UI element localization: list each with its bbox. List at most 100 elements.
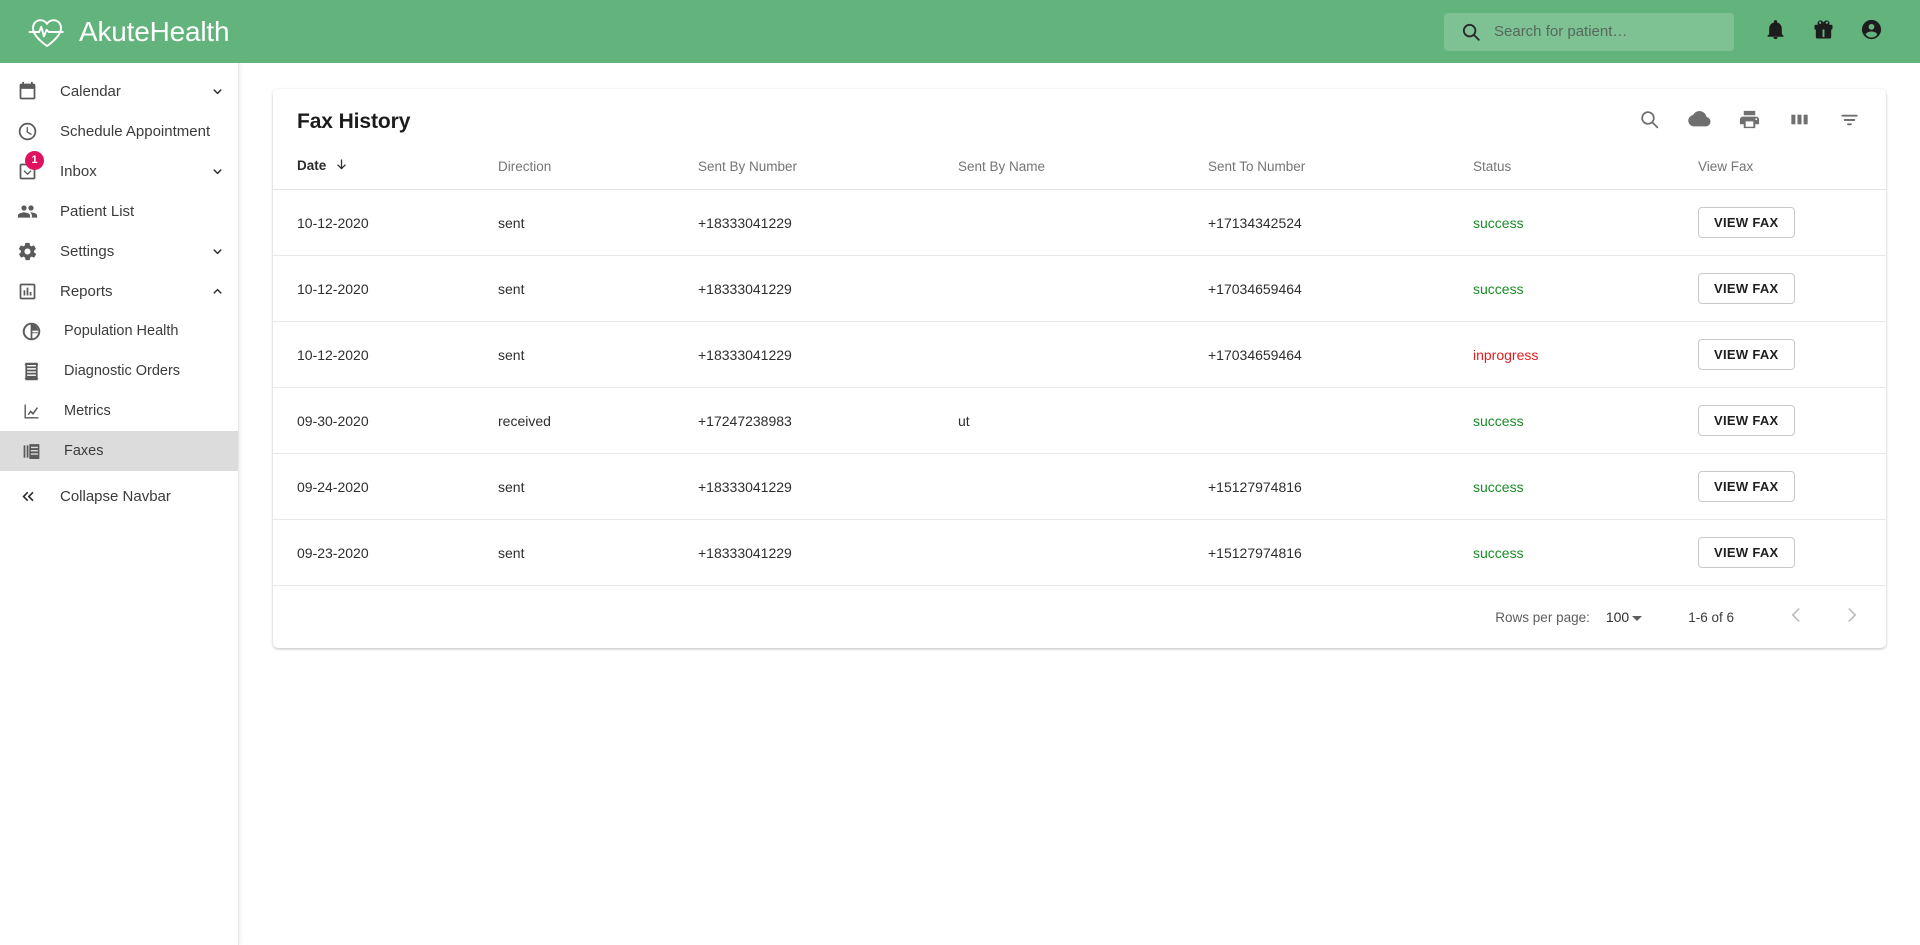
status-badge: success bbox=[1473, 544, 1524, 561]
filter-list-icon bbox=[1838, 108, 1861, 136]
search-input[interactable] bbox=[1494, 23, 1724, 40]
sent-by-name-cell: ut bbox=[958, 387, 1208, 454]
column-header-sbn[interactable]: Sent By Number bbox=[698, 149, 958, 190]
view-fax-button[interactable]: VIEW FAX bbox=[1698, 207, 1795, 238]
table-row[interactable]: 09-23-2020 sent +18333041229 +15127974816 su… bbox=[273, 519, 1886, 586]
gift-icon bbox=[1812, 18, 1835, 46]
sidebar-item-label: Calendar bbox=[60, 82, 121, 100]
sidebar-item-label: Faxes bbox=[64, 442, 104, 459]
fax-document-icon bbox=[18, 438, 44, 464]
next-page-button[interactable] bbox=[1834, 600, 1868, 634]
brand-name: AkuteHealth bbox=[79, 15, 230, 47]
date-cell: 09-30-2020 bbox=[273, 387, 498, 454]
column-header-status[interactable]: Status bbox=[1473, 149, 1698, 190]
chevron-down-icon[interactable] bbox=[209, 243, 226, 260]
direction-cell: sent bbox=[498, 453, 698, 520]
view-fax-button[interactable]: VIEW FAX bbox=[1698, 471, 1795, 502]
search-icon bbox=[1638, 108, 1661, 136]
sent-by-number-cell: +18333041229 bbox=[698, 189, 958, 256]
chevron-down-icon[interactable] bbox=[209, 163, 226, 180]
view-fax-button[interactable]: VIEW FAX bbox=[1698, 339, 1795, 370]
brand-logo[interactable]: AkuteHealth bbox=[26, 11, 230, 53]
column-header-label: Sent By Name bbox=[958, 158, 1046, 174]
sidebar-item-inbox[interactable]: 1 Inbox bbox=[0, 151, 238, 191]
sidebar-item-schedule-appointment[interactable]: Schedule Appointment bbox=[0, 111, 238, 151]
sidebar-item-label: Settings bbox=[60, 242, 115, 260]
sent-to-number-cell: +15127974816 bbox=[1208, 453, 1473, 520]
column-header-date[interactable]: Date bbox=[273, 149, 498, 190]
column-header-sbna[interactable]: Sent By Name bbox=[958, 149, 1208, 190]
sent-by-number-cell: +18333041229 bbox=[698, 321, 958, 388]
heartbeat-heart-icon bbox=[26, 11, 68, 53]
collapse-navbar-button[interactable]: Collapse Navbar bbox=[0, 476, 238, 516]
table-row[interactable]: 09-30-2020 received +17247238983 ut success V… bbox=[273, 387, 1886, 454]
table-row[interactable]: 10-12-2020 sent +18333041229 +17034659464 in… bbox=[273, 321, 1886, 388]
chevron-left-icon bbox=[1786, 604, 1808, 631]
status-badge: inprogress bbox=[1473, 346, 1539, 363]
view-fax-cell: VIEW FAX bbox=[1698, 321, 1886, 388]
direction-cell: sent bbox=[498, 255, 698, 322]
sidebar-item-diagnostic-orders[interactable]: Diagnostic Orders bbox=[0, 351, 238, 391]
sidebar-item-faxes[interactable]: Faxes bbox=[0, 431, 238, 471]
table-row[interactable]: 10-12-2020 sent +18333041229 +17134342524 su… bbox=[273, 189, 1886, 256]
view-fax-button[interactable]: VIEW FAX bbox=[1698, 537, 1795, 568]
status-badge: success bbox=[1473, 214, 1524, 231]
table-header-row: Date Direction Sent By Number Sent By Name S… bbox=[273, 149, 1886, 190]
chevron-up-icon[interactable] bbox=[209, 283, 226, 300]
status-cell: success bbox=[1473, 453, 1698, 520]
status-cell: success bbox=[1473, 387, 1698, 454]
rows-per-page-select[interactable]: 100 bbox=[1606, 609, 1643, 625]
sidebar-item-label: Population Health bbox=[64, 322, 179, 339]
sidebar-item-list: Calendar Schedule Appointment 1 Inbox Patien… bbox=[0, 71, 238, 471]
bell-icon bbox=[1764, 18, 1787, 46]
column-header-label: Direction bbox=[498, 158, 552, 174]
notifications-button[interactable] bbox=[1754, 11, 1796, 53]
chevron-right-icon bbox=[1840, 604, 1862, 631]
sidebar-item-label: Schedule Appointment bbox=[60, 122, 211, 140]
fax-history-table: Date Direction Sent By Number Sent By Name S… bbox=[273, 149, 1886, 586]
column-header-dir[interactable]: Direction bbox=[498, 149, 698, 190]
previous-page-button[interactable] bbox=[1780, 600, 1814, 634]
download-button[interactable] bbox=[1686, 109, 1712, 135]
sidebar-item-metrics[interactable]: Metrics bbox=[0, 391, 238, 431]
status-badge: success bbox=[1473, 478, 1524, 495]
sent-to-number-cell: +15127974816 bbox=[1208, 519, 1473, 586]
table-search-button[interactable] bbox=[1636, 109, 1662, 135]
table-row[interactable]: 10-12-2020 sent +18333041229 +17034659464 su… bbox=[273, 255, 1886, 322]
status-cell: inprogress bbox=[1473, 321, 1698, 388]
collapse-navbar-label: Collapse Navbar bbox=[60, 487, 171, 505]
date-cell: 09-23-2020 bbox=[273, 519, 498, 586]
pagination-range: 1-6 of 6 bbox=[1688, 609, 1734, 625]
sidebar-item-calendar[interactable]: Calendar bbox=[0, 71, 238, 111]
table-row[interactable]: 09-24-2020 sent +18333041229 +15127974816 su… bbox=[273, 453, 1886, 520]
patient-search-box[interactable] bbox=[1444, 12, 1734, 51]
column-header-label: Sent By Number bbox=[698, 158, 798, 174]
print-button[interactable] bbox=[1736, 109, 1762, 135]
columns-button[interactable] bbox=[1786, 109, 1812, 135]
view-fax-button[interactable]: VIEW FAX bbox=[1698, 273, 1795, 304]
sidebar-item-label: Diagnostic Orders bbox=[64, 362, 181, 379]
account-button[interactable] bbox=[1850, 11, 1892, 53]
sidebar-item-settings[interactable]: Settings bbox=[0, 231, 238, 271]
column-header-stn[interactable]: Sent To Number bbox=[1208, 149, 1473, 190]
sidebar-item-reports[interactable]: Reports bbox=[0, 271, 238, 311]
chevron-double-left-icon bbox=[14, 483, 40, 509]
pagination-nav bbox=[1780, 600, 1868, 634]
chevron-down-icon[interactable] bbox=[209, 83, 226, 100]
direction-cell: sent bbox=[498, 519, 698, 586]
column-header-view[interactable]: View Fax bbox=[1698, 149, 1886, 190]
sidebar-nav: Calendar Schedule Appointment 1 Inbox Patien… bbox=[0, 63, 239, 945]
sidebar-item-patient-list[interactable]: Patient List bbox=[0, 191, 238, 231]
filter-button[interactable] bbox=[1836, 109, 1862, 135]
clock-icon bbox=[14, 118, 40, 144]
bar-chart-icon bbox=[14, 278, 40, 304]
date-cell: 10-12-2020 bbox=[273, 255, 498, 322]
print-icon bbox=[1738, 108, 1761, 136]
sidebar-item-population-health[interactable]: Population Health bbox=[0, 311, 238, 351]
view-fax-button[interactable]: VIEW FAX bbox=[1698, 405, 1795, 436]
search-icon bbox=[1460, 21, 1482, 43]
status-cell: success bbox=[1473, 189, 1698, 256]
rewards-button[interactable] bbox=[1802, 11, 1844, 53]
card-header: Fax History bbox=[273, 89, 1886, 149]
gear-icon bbox=[14, 238, 40, 264]
